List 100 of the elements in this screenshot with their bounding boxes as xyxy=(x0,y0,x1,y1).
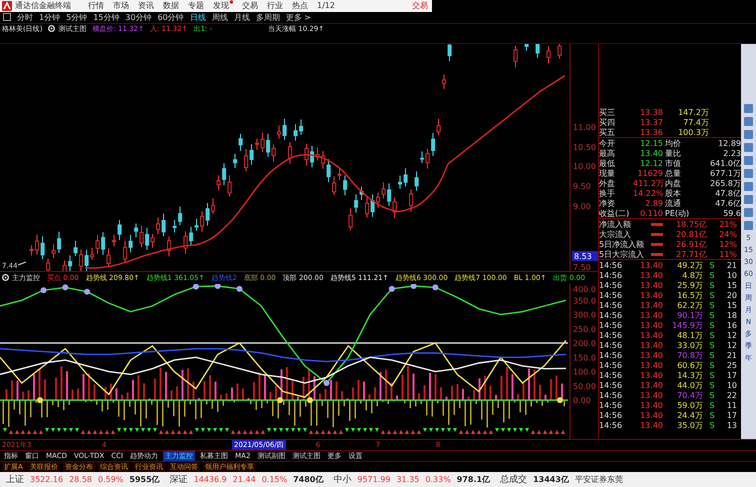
period-tab[interactable]: 周线 xyxy=(212,12,228,23)
tick-side: S xyxy=(708,380,716,390)
menu-item[interactable]: 行情 xyxy=(88,0,104,12)
period-tab[interactable]: 5分钟 xyxy=(66,12,88,23)
signal-marker-icon xyxy=(214,284,221,289)
stat-label: 今开 xyxy=(599,138,616,149)
fund-flow-value: 18.75亿 xyxy=(675,218,707,230)
total-turnover-value: 13443亿 xyxy=(533,474,569,486)
stat-value: 47.8亿 xyxy=(714,188,741,199)
period-tab[interactable]: 更多 > xyxy=(286,12,311,23)
tick-time: 14:56 xyxy=(599,380,624,390)
tick-volume: 62.2万 xyxy=(676,300,703,311)
buy-signal-icon xyxy=(557,396,563,403)
candlestick xyxy=(524,44,529,52)
tick-side: S xyxy=(708,350,716,360)
candlestick xyxy=(536,44,540,59)
period-tab[interactable]: 60分钟 xyxy=(158,12,184,23)
stat-value: 12.12 xyxy=(639,158,663,168)
order-book-label: 买五 xyxy=(599,126,616,138)
signal-marker-icon xyxy=(324,380,330,386)
menu-item[interactable]: 专题 xyxy=(188,0,204,12)
index-name: 中小 xyxy=(333,474,352,486)
period-tab[interactable]: 月线 xyxy=(234,12,250,23)
fund-flow-percent: 21% xyxy=(718,220,737,229)
tick-price: 13.40 xyxy=(639,340,663,350)
index-percent: 0.15% xyxy=(262,475,288,484)
tick-price: 13.40 xyxy=(639,280,663,290)
tick-price: 13.40 xyxy=(639,330,663,340)
menu-item[interactable]: 数据 xyxy=(163,0,179,12)
menu-item[interactable]: 发现 xyxy=(213,0,233,12)
tick-price: 13.40 xyxy=(639,270,663,280)
broker-name: 平安证券东莞 xyxy=(574,474,623,486)
tick-volume: 4.8万 xyxy=(681,270,703,281)
period-tab[interactable]: 分时 xyxy=(17,12,33,23)
fund-flow-label: 5日大宗流入 xyxy=(599,248,646,260)
tick-volume: 70.4万 xyxy=(676,390,703,401)
buy-signal-icon xyxy=(37,396,43,403)
tick-time: 14:56 xyxy=(599,310,624,320)
menu-item[interactable]: 热点 xyxy=(292,0,308,12)
stat-value: 265.8万 xyxy=(709,178,741,189)
menu-item[interactable]: 市场 xyxy=(113,0,129,12)
tick-side: S xyxy=(708,400,716,410)
index-amount: 7480亿 xyxy=(293,474,324,486)
indicator-axis-label: 150.0 xyxy=(573,352,596,362)
period-tab[interactable]: 30分钟 xyxy=(125,12,152,23)
tick-time: 14:56 xyxy=(599,390,624,400)
period-tab[interactable]: 1分钟 xyxy=(39,12,60,23)
tick-count: 15 xyxy=(726,300,737,310)
stat-label: 最高 xyxy=(599,148,616,159)
order-price: 13.36 xyxy=(639,128,663,137)
period-tab[interactable]: 日线 xyxy=(190,12,206,23)
fund-flow-value: 26.91亿 xyxy=(675,238,707,250)
stat-value: 2.23 xyxy=(722,148,741,158)
tick-count: 11 xyxy=(726,400,737,410)
signal-marker-icon xyxy=(62,284,68,290)
menu-item[interactable]: 交易 xyxy=(242,0,258,12)
tick-side: S xyxy=(708,320,716,330)
menu-item[interactable]: 资讯 xyxy=(138,0,154,12)
price-axis-label: 10.00 xyxy=(573,162,596,172)
period-tab[interactable]: 多周期 xyxy=(256,12,280,23)
tick-side: S xyxy=(708,370,716,380)
tick-time: 14:56 xyxy=(599,330,624,340)
stat-value: 677.1万 xyxy=(709,168,741,179)
candlestick xyxy=(233,153,238,169)
indicator-axis-label: 200.0 xyxy=(573,338,596,348)
tick-time: 14:56 xyxy=(599,340,624,350)
indicator-axis-label: 300.0 xyxy=(573,310,596,320)
order-book-label: 买三 xyxy=(599,106,616,118)
current-price-label: 8.53 xyxy=(572,251,598,262)
trade-link[interactable]: 交易 xyxy=(412,0,428,12)
stat-value: 14.22% xyxy=(633,188,663,198)
menu-item[interactable]: 行业 xyxy=(267,0,283,12)
app-title: 通达信金融终端 xyxy=(15,0,71,12)
stat-value: 13.40 xyxy=(639,148,663,158)
candlestick xyxy=(514,45,518,68)
indicator-axis-label: 50.00 xyxy=(573,381,596,390)
tick-price: 13.40 xyxy=(639,360,663,370)
fund-flow-percent: 11% xyxy=(718,250,737,259)
tick-count: 21 xyxy=(726,350,737,360)
signal-marker-icon xyxy=(388,285,395,292)
settings-icon[interactable] xyxy=(48,25,56,32)
candlestick xyxy=(448,44,452,62)
tick-time: 14:56 xyxy=(599,290,624,300)
tick-time: 14:56 xyxy=(599,300,624,310)
fund-flow-percent: 12% xyxy=(718,240,737,249)
tick-time: 14:56 xyxy=(599,260,624,270)
flow-bar-icon xyxy=(651,222,663,226)
indicator-axis-label: 400.0 xyxy=(573,284,596,294)
settings-icon[interactable] xyxy=(2,274,9,282)
panel-toggle-icon[interactable] xyxy=(3,13,11,22)
fund-flow-label: 净流入额 xyxy=(599,218,632,230)
period-tab[interactable]: 15分钟 xyxy=(93,12,120,23)
tick-side: S xyxy=(708,270,716,280)
tick-count: 25 xyxy=(726,360,737,370)
tick-volume: 25.9万 xyxy=(676,280,703,291)
flow-bar-icon xyxy=(651,232,663,236)
menu-item[interactable]: 1/12 xyxy=(317,1,335,10)
order-price: 13.38 xyxy=(639,108,663,117)
tick-side: S xyxy=(708,290,716,300)
tick-time: 14:56 xyxy=(599,420,624,430)
